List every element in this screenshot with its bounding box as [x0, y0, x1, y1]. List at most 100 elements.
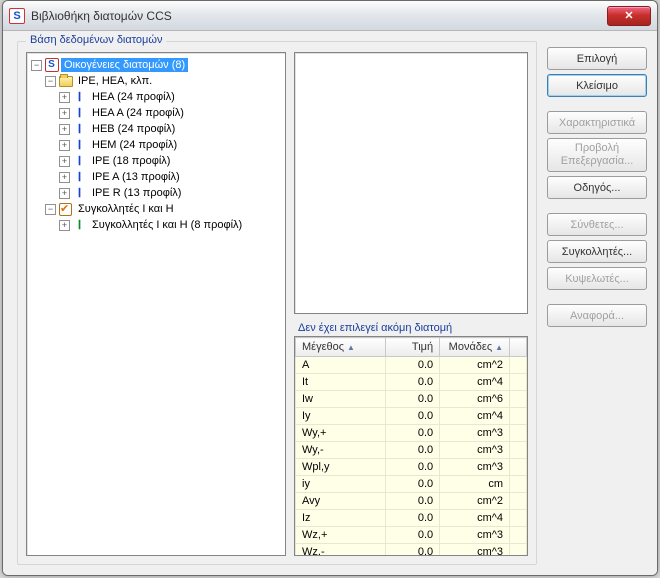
prop-value: 0.0: [385, 374, 440, 391]
prop-units: cm^4: [440, 408, 510, 425]
prop-name: Wz,-: [296, 544, 386, 557]
root-icon: S: [44, 58, 59, 72]
prop-value: 0.0: [385, 476, 440, 493]
prop-units: cm: [440, 476, 510, 493]
prop-value: 0.0: [385, 408, 440, 425]
expander-icon[interactable]: +: [59, 188, 70, 199]
tree-group-ipe[interactable]: IPE, HEA, κλπ.: [75, 74, 155, 88]
table-row[interactable]: It0.0cm^4: [296, 374, 527, 391]
window-title: Βιβλιοθήκη διατομών CCS: [31, 9, 607, 23]
col-header-value[interactable]: Τιμή: [385, 338, 440, 357]
tree-leaf[interactable]: IPE (18 προφίλ): [89, 154, 173, 168]
section-preview: [294, 52, 528, 314]
prop-name: A: [296, 357, 386, 374]
prop-value: 0.0: [385, 357, 440, 374]
col-header-scroll: [510, 338, 527, 357]
ibeam-icon: Ⅰ: [72, 122, 87, 136]
expander-icon[interactable]: −: [45, 76, 56, 87]
prop-value: 0.0: [385, 391, 440, 408]
tree-group-welded[interactable]: Συγκολλητές I και H: [75, 202, 177, 216]
table-row[interactable]: A0.0cm^2: [296, 357, 527, 374]
col-header-units[interactable]: Μονάδες▲: [440, 338, 510, 357]
table-row[interactable]: iy0.0cm: [296, 476, 527, 493]
table-row[interactable]: Iw0.0cm^6: [296, 391, 527, 408]
tree-leaf[interactable]: HEA A (24 προφίλ): [89, 106, 187, 120]
prop-units: cm^3: [440, 544, 510, 557]
dialog-window: S Βιβλιοθήκη διατομών CCS ✕ Βάση δεδομέν…: [2, 0, 658, 576]
prop-units: cm^3: [440, 425, 510, 442]
ibeam-icon: Ⅰ: [72, 186, 87, 200]
expander-icon[interactable]: +: [59, 124, 70, 135]
ibeam-icon: Ⅰ: [72, 154, 87, 168]
prop-name: Iy: [296, 408, 386, 425]
tree-root[interactable]: Οικογένειες διατομών (8): [61, 58, 188, 72]
col-header-name[interactable]: Μέγεθος▲: [296, 338, 386, 357]
ibeam-icon: Ⅰ: [72, 138, 87, 152]
prop-units: cm^4: [440, 374, 510, 391]
ibeam-icon: Ⅰ: [72, 218, 87, 232]
button-column: Επιλογή Κλείσιμο Χαρακτηριστικά Προβολή …: [547, 41, 647, 565]
prop-units: cm^3: [440, 459, 510, 476]
wizard-button[interactable]: Οδηγός...: [547, 176, 647, 199]
cellular-button[interactable]: Κυψελωτές...: [547, 267, 647, 290]
prop-value: 0.0: [385, 442, 440, 459]
prop-name: It: [296, 374, 386, 391]
app-icon: S: [9, 8, 25, 24]
tree-leaf[interactable]: HEM (24 προφίλ): [89, 138, 180, 152]
prop-name: Wz,+: [296, 527, 386, 544]
expander-icon[interactable]: +: [59, 220, 70, 231]
tree-leaf-welded[interactable]: Συγκολλητές I και H (8 προφίλ): [89, 218, 245, 232]
preview-edit-button[interactable]: Προβολή Επεξεργασία...: [547, 138, 647, 172]
ibeam-icon: Ⅰ: [72, 170, 87, 184]
prop-value: 0.0: [385, 510, 440, 527]
sort-indicator-icon: ▲: [495, 343, 503, 352]
ibeam-icon: Ⅰ: [72, 90, 87, 104]
prop-name: Iw: [296, 391, 386, 408]
close-icon: ✕: [624, 9, 633, 22]
tree-leaf[interactable]: IPE R (13 προφίλ): [89, 186, 184, 200]
prop-name: iy: [296, 476, 386, 493]
expander-icon[interactable]: +: [59, 108, 70, 119]
table-row[interactable]: Iy0.0cm^4: [296, 408, 527, 425]
prop-value: 0.0: [385, 544, 440, 557]
no-selection-label: Δεν έχει επιλεγεί ακόμη διατομή: [298, 322, 528, 334]
tree-leaf[interactable]: HEA (24 προφίλ): [89, 90, 178, 104]
report-button[interactable]: Αναφορά...: [547, 304, 647, 327]
prop-name: Iz: [296, 510, 386, 527]
expander-icon[interactable]: +: [59, 92, 70, 103]
section-tree[interactable]: − S Οικογένειες διατομών (8) −: [26, 52, 286, 556]
prop-units: cm^3: [440, 442, 510, 459]
prop-units: cm^2: [440, 493, 510, 510]
properties-grid[interactable]: Μέγεθος▲ Τιμή Μονάδες▲ A0.0cm^2It0.0cm^4…: [294, 336, 528, 556]
expander-icon[interactable]: −: [31, 60, 42, 71]
expander-icon[interactable]: +: [59, 140, 70, 151]
table-row[interactable]: Wz,+0.0cm^3: [296, 527, 527, 544]
welded-button[interactable]: Συγκολλητές...: [547, 240, 647, 263]
table-row[interactable]: Wy,-0.0cm^3: [296, 442, 527, 459]
select-button[interactable]: Επιλογή: [547, 47, 647, 70]
table-row[interactable]: Wz,-0.0cm^3: [296, 544, 527, 557]
composite-button[interactable]: Σύνθετες...: [547, 213, 647, 236]
prop-value: 0.0: [385, 459, 440, 476]
tree-leaf[interactable]: HEB (24 προφίλ): [89, 122, 178, 136]
main-column: Βάση δεδομένων διατομών − S Οικογένειες …: [17, 41, 537, 565]
tree-leaf[interactable]: IPE A (13 προφίλ): [89, 170, 183, 184]
table-row[interactable]: Avy0.0cm^2: [296, 493, 527, 510]
prop-value: 0.0: [385, 425, 440, 442]
table-row[interactable]: Iz0.0cm^4: [296, 510, 527, 527]
properties-button[interactable]: Χαρακτηριστικά: [547, 111, 647, 134]
table-row[interactable]: Wpl,y0.0cm^3: [296, 459, 527, 476]
table-row[interactable]: Wy,+0.0cm^3: [296, 425, 527, 442]
expander-icon[interactable]: −: [45, 204, 56, 215]
prop-name: Wy,+: [296, 425, 386, 442]
expander-icon[interactable]: +: [59, 156, 70, 167]
dialog-body: Βάση δεδομένων διατομών − S Οικογένειες …: [3, 31, 657, 575]
prop-units: cm^3: [440, 527, 510, 544]
ibeam-icon: Ⅰ: [72, 106, 87, 120]
close-button[interactable]: Κλείσιμο: [547, 74, 647, 97]
titlebar: S Βιβλιοθήκη διατομών CCS ✕: [3, 1, 657, 31]
prop-units: cm^2: [440, 357, 510, 374]
window-close-button[interactable]: ✕: [607, 6, 651, 26]
prop-value: 0.0: [385, 493, 440, 510]
expander-icon[interactable]: +: [59, 172, 70, 183]
